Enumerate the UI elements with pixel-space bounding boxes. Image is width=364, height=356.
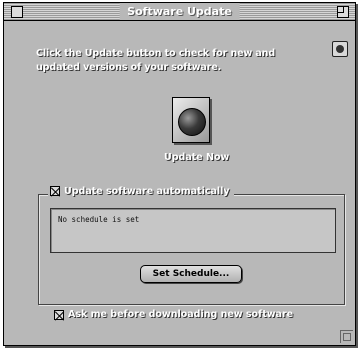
ask-before-checkbox[interactable]	[54, 309, 64, 320]
help-icon[interactable]	[332, 41, 348, 57]
set-schedule-button[interactable]: Set Schedule...	[140, 265, 242, 283]
globe-icon	[178, 108, 206, 136]
ask-before-label: Ask me before downloading new software	[68, 309, 294, 320]
auto-update-checkbox-row[interactable]: Update software automatically	[48, 184, 234, 198]
instructions-text: Click the Update button to check for new…	[36, 48, 276, 73]
software-update-window: Software Update Click the Update button …	[3, 2, 356, 346]
auto-update-label: Update software automatically	[64, 185, 230, 197]
update-now-label: Update Now	[164, 152, 230, 163]
close-box[interactable]	[11, 6, 23, 18]
resize-handle[interactable]	[340, 330, 353, 343]
title-bar[interactable]: Software Update	[4, 3, 355, 21]
update-now-button[interactable]	[172, 97, 210, 143]
zoom-box[interactable]	[337, 6, 349, 18]
schedule-status-text: No schedule is set	[58, 215, 140, 224]
window-title: Software Update	[119, 3, 240, 20]
auto-update-checkbox[interactable]	[50, 186, 60, 196]
schedule-status-box: No schedule is set	[50, 208, 336, 253]
ask-before-checkbox-row[interactable]: Ask me before downloading new software	[54, 309, 293, 320]
